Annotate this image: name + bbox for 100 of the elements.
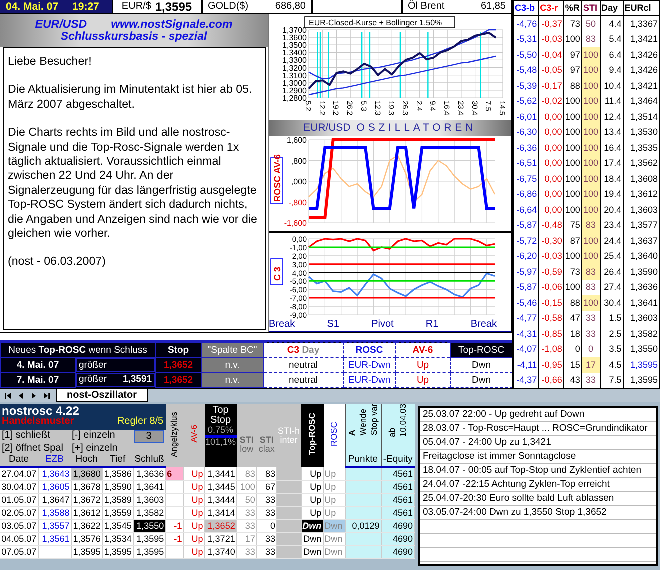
table-cell: Up [184, 480, 205, 494]
table-cell: 33 [582, 310, 600, 326]
signal-line [361, 32, 363, 98]
axis-label: 1,3500 [282, 41, 307, 50]
table-cell: 0,0129 [345, 520, 382, 532]
axis-label: -,800 [288, 198, 307, 208]
caret-right-icon[interactable] [30, 392, 38, 400]
pivot-label: R1 [426, 319, 439, 331]
table-cell: 1,3595 [623, 357, 660, 372]
table-cell: 1,3582 [623, 326, 660, 342]
table-cell: 1,3643 [38, 467, 72, 480]
table-cell: 47 [564, 310, 582, 326]
table-cell: 12.4 [600, 109, 624, 124]
column-header: Top [212, 406, 230, 416]
percent-label: 101,1% [204, 438, 237, 447]
table-cell: 0,00 [538, 186, 564, 202]
column-header: Date [0, 454, 38, 467]
column-header: AV-6 [396, 342, 451, 358]
table-cell: 100 [582, 47, 600, 62]
pair-title: EUR/USD [35, 18, 88, 30]
table-cell: 30.04.07 [0, 480, 38, 494]
table-cell: Up [323, 467, 346, 480]
table-cell: -0,06 [538, 280, 564, 295]
table-cell: -6,30 [513, 124, 539, 140]
table-cell: -6,64 [513, 202, 539, 218]
column-header: 10.04.03 [399, 404, 408, 438]
table-cell: -5,31 [513, 32, 539, 47]
table-cell: 1,3637 [623, 233, 660, 248]
table-cell: 1,3441 [204, 467, 237, 480]
quote-label: GOLD($) [208, 1, 249, 12]
table-cell: 1,3641 [133, 480, 166, 494]
table-cell: -5,97 [513, 264, 539, 280]
column-subheader: clax [258, 444, 276, 454]
time-text: 19:27 [72, 0, 100, 12]
message-paragraph: Liebe Besucher! [8, 55, 93, 70]
table-cell: 0 [564, 342, 582, 357]
table-cell: 0,00 [538, 202, 564, 218]
table-cell: 26.4 [600, 264, 624, 280]
table-cell: -0,04 [538, 47, 564, 62]
table-cell: 1,3426 [623, 47, 660, 62]
table-cell: 1,3641 [623, 295, 660, 310]
column-header: Stop [209, 416, 232, 426]
signal-line [328, 32, 330, 98]
table-cell: 83 [582, 264, 600, 280]
table-cell: 6 [166, 467, 184, 480]
column-header: Neues Top-ROSC wenn Schluss [0, 342, 156, 358]
skip-back-icon[interactable] [4, 392, 12, 400]
note-row-text: 24.04.07 -22:15 Achtung Zyklen-Top erreicht [422, 478, 611, 492]
table-cell: 0,00 [538, 156, 564, 171]
table-cell: 100 [582, 109, 600, 124]
table-cell: 1,3562 [623, 156, 660, 171]
table-cell: 4.5 [600, 357, 624, 372]
axis-label: 1,3700 [282, 26, 307, 35]
table-cell: -0,59 [538, 264, 564, 280]
table-cell: 1,3640 [623, 248, 660, 264]
table-cell: -6,01 [513, 109, 539, 124]
table-cell: 1,3595 [102, 546, 134, 558]
table-cell: n.v. [202, 372, 264, 388]
table-cell: 7. Mai. 07 [0, 372, 76, 388]
table-cell: Up [323, 494, 346, 506]
axis-label: 1,3000 [282, 78, 307, 88]
table-cell: Up [184, 467, 205, 480]
table-cell: -4,77 [513, 310, 539, 326]
option-text: [1] schließt [2, 430, 52, 443]
sheet-tab[interactable]: nost-Oszillator [56, 389, 148, 402]
table-cell: 1,3612 [623, 186, 660, 202]
input-field[interactable]: 3 [134, 430, 164, 443]
table-cell: 1,3721 [204, 532, 237, 546]
section-title: OSZILLATOREN [356, 122, 477, 134]
table-cell: 0,00 [538, 140, 564, 156]
table-cell: 1.5 [600, 310, 624, 326]
table-cell: 1,3588 [38, 506, 72, 520]
caret-left-icon[interactable] [17, 392, 25, 400]
website-link[interactable]: www.nostSignale.com [111, 18, 233, 30]
table-cell: 1,3595 [133, 532, 166, 546]
table-cell: 17 [582, 357, 600, 372]
table-cell: 4.4 [600, 16, 624, 32]
table-cell: 16.4 [600, 140, 624, 156]
note-row-text: 18.04.07 - 00:05 auf Top-Stop und Zyklentief achten [422, 464, 642, 478]
table-cell: Up [301, 494, 324, 506]
table-cell: -4,76 [513, 16, 539, 32]
table-cell: Up [301, 480, 324, 494]
table-cell: -6,86 [513, 186, 539, 202]
table-cell: 100 [582, 78, 600, 94]
table-cell: 02.05.07 [0, 506, 38, 520]
column-header: STI [238, 436, 255, 444]
quote-value: 686,80 [275, 1, 306, 12]
message-paragraph: Die Charts rechts im Bild und alle nostrosc-Signale und die Top-Rosc-Signale werden 1x täglich aktualisiert. Voraussichtlich einmal zwischen 22 Und 24 Uhr. An der Signalerzeugung für das längerfristig ausgelegte Top-ROSC System ändert sich dadurch nichts, die Angaben und Anzeigen sind nach wie vor die gleichen wie vorher. [8, 126, 258, 242]
table-cell: -4,07 [513, 342, 539, 357]
table-cell: 4. Mai. 07 [0, 358, 76, 372]
axis-label: 1,600 [286, 136, 307, 146]
table-cell: 03.05.07 [0, 520, 38, 532]
skip-forward-icon[interactable] [43, 392, 51, 400]
column-header: STI-h [276, 426, 301, 436]
option-text: [-] einzeln [72, 430, 116, 443]
column-header: C3 [287, 344, 300, 356]
pivot-label: S1 [327, 319, 340, 331]
table-cell: 1,3545 [102, 520, 134, 532]
table-cell: 30.4 [600, 295, 624, 310]
axis-label: 1,2800 [282, 94, 307, 103]
